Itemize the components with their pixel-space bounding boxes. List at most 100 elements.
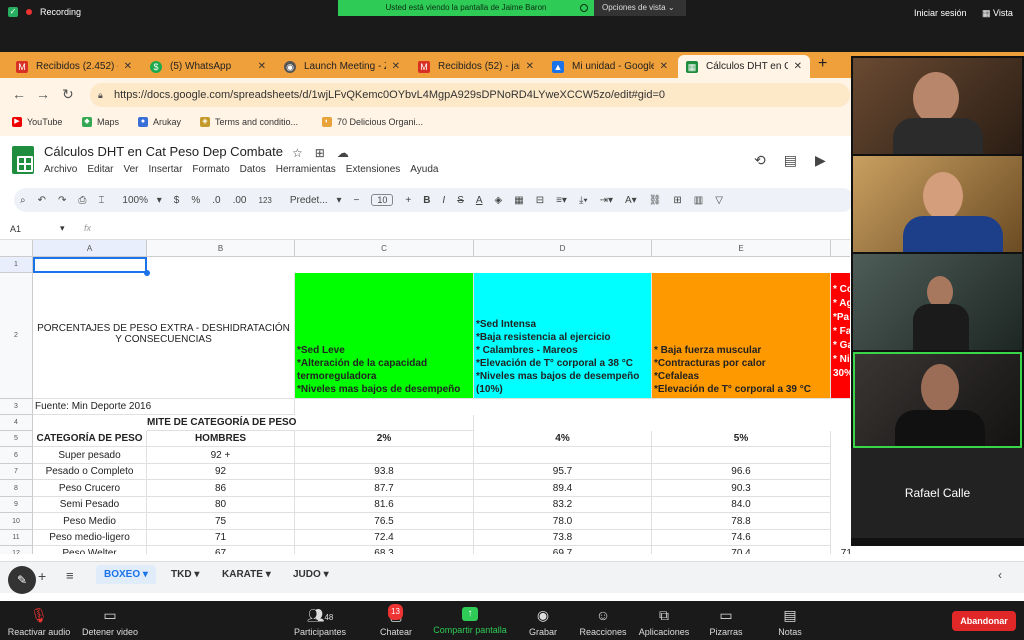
row-header[interactable]: 2 [0, 273, 33, 399]
video-tile-4-active-speaker[interactable] [853, 352, 1022, 448]
column-header-a[interactable]: A [33, 240, 147, 257]
data-cell[interactable]: 81.6 [295, 497, 474, 513]
participant-name-tile[interactable]: Rafael Calle [851, 448, 1024, 538]
url-field[interactable]: 🔒︎ https://docs.google.com/spreadsheets/d… [90, 83, 850, 107]
comment-add-icon[interactable]: ⊞ [673, 195, 681, 206]
data-cell[interactable] [295, 447, 474, 464]
explore-pencil-icon[interactable]: ✎ [8, 566, 36, 594]
chevron-down-icon[interactable]: ▾ [60, 223, 65, 234]
tab-gmail-2[interactable]: M Recibidos (52) - jaio ✕ [410, 55, 542, 78]
bookmark-terms[interactable]: ◈ Terms and conditio... [200, 117, 298, 127]
chevron-left-icon[interactable]: ‹ [998, 568, 1002, 582]
font-size-increase-button[interactable]: + [405, 195, 411, 206]
document-title[interactable]: Cálculos DHT en Cat Peso Dep Combate [44, 144, 283, 159]
data-cell[interactable]: 93.8 [295, 464, 474, 480]
menu-extensiones[interactable]: Extensiones [346, 164, 400, 175]
data-cell[interactable]: 74.6 [652, 530, 831, 546]
currency-button[interactable]: $ [174, 195, 180, 206]
data-cell[interactable]: 72.4 [295, 530, 474, 546]
data-cell[interactable]: 80 [147, 497, 295, 513]
data-cell[interactable]: 96.6 [652, 464, 831, 480]
data-cell[interactable]: 73.8 [474, 530, 652, 546]
chart-icon[interactable]: ▥ [694, 195, 703, 206]
row-header[interactable]: 3 [0, 399, 33, 415]
column-header-e[interactable]: E [652, 240, 831, 257]
participants-button[interactable]: 👥︎48 Participantes [290, 607, 350, 637]
data-cell[interactable] [474, 447, 652, 464]
data-cell[interactable]: 76.5 [295, 513, 474, 530]
menu-ver[interactable]: Ver [123, 164, 138, 175]
decrease-decimals-button[interactable]: .0 [212, 195, 220, 206]
data-cell[interactable]: 71 [147, 530, 295, 546]
data-cell[interactable]: 83.2 [474, 497, 652, 513]
row-header[interactable]: 6 [0, 447, 33, 464]
data-cell[interactable]: 95.7 [474, 464, 652, 480]
fill-color-icon[interactable]: ◈ [495, 195, 503, 206]
whiteboard-button[interactable]: ▭ Pizarras [706, 607, 746, 637]
menu-editar[interactable]: Editar [87, 164, 113, 175]
tab-drive[interactable]: ▲ Mi unidad - Google ✕ [544, 55, 676, 78]
zoom-select[interactable]: 100% ▾ [116, 195, 161, 206]
data-cell[interactable] [652, 447, 831, 464]
close-icon[interactable]: ✕ [124, 61, 132, 72]
row-header[interactable]: 1 [0, 257, 33, 273]
header-category[interactable]: CATEGORÍA DE PESO [33, 431, 147, 447]
select-all-corner[interactable] [0, 240, 33, 257]
sheet-tab-karate[interactable]: KARATE ▾ [222, 569, 271, 580]
data-cell[interactable]: 78.0 [474, 513, 652, 530]
header-5pct[interactable]: 5% [652, 431, 831, 447]
stop-video-button[interactable]: ▭ Detener video [78, 607, 142, 637]
close-icon[interactable]: ✕ [258, 61, 266, 72]
data-cell[interactable]: 89.4 [474, 480, 652, 497]
merge-cells-icon[interactable]: ⊟ [536, 195, 544, 206]
sheet-tab-boxeo[interactable]: BOXEO ▾ [96, 565, 156, 584]
all-sheets-menu-icon[interactable]: ≡ [66, 568, 74, 583]
filter-icon[interactable]: ▽ [715, 195, 723, 206]
bookmark-youtube[interactable]: ▶ YouTube [12, 117, 62, 127]
sheet-tab-tkd[interactable]: TKD ▾ [171, 569, 199, 580]
reactions-button[interactable]: ☺ Reacciones [576, 607, 630, 637]
data-cell[interactable]: 69.7 [474, 546, 652, 554]
data-cell[interactable]: 70.4 [652, 546, 831, 554]
category-cell[interactable]: Peso Crucero [33, 480, 147, 497]
sheet-tab-judo[interactable]: JUDO ▾ [293, 569, 329, 580]
font-size-decrease-button[interactable]: − [353, 195, 359, 206]
data-cell[interactable]: 92 + [147, 447, 295, 464]
italic-button[interactable]: I [442, 195, 445, 206]
tab-zoom-launch[interactable]: ◉ Launch Meeting - Z ✕ [276, 55, 408, 78]
menu-archivo[interactable]: Archivo [44, 164, 77, 175]
data-cell[interactable]: 90.3 [652, 480, 831, 497]
link-icon[interactable]: ⛓ [649, 195, 662, 206]
row-header[interactable]: 12 [0, 546, 33, 554]
percent-button[interactable]: % [191, 195, 200, 206]
back-arrow-icon[interactable]: ← [12, 86, 26, 102]
menu-datos[interactable]: Datos [240, 164, 266, 175]
data-cell[interactable]: 71.7 [831, 546, 850, 554]
row-header[interactable]: 9 [0, 497, 33, 513]
notes-button[interactable]: ▤ Notas [772, 607, 808, 637]
leave-meeting-button[interactable]: Abandonar [952, 611, 1016, 631]
menu-insertar[interactable]: Insertar [149, 164, 183, 175]
cell-d2-4pct-effects[interactable]: *Sed Intensa *Baja resistencia al ejerci… [474, 273, 652, 399]
text-rotate-icon[interactable]: A▾ [625, 195, 637, 206]
borders-icon[interactable]: ▦ [514, 195, 523, 206]
row-header[interactable]: 10 [0, 513, 33, 530]
video-tile-1[interactable] [853, 58, 1022, 154]
cell-c2-2pct-effects[interactable]: *Sed Leve *Alteración de la capacidad te… [295, 273, 474, 399]
share-screen-button[interactable]: ↑ Compartir pantalla [430, 607, 510, 635]
row-header[interactable]: 7 [0, 464, 33, 480]
move-folder-icon[interactable]: ⊞ [315, 146, 325, 160]
comments-icon[interactable]: ▤ [784, 152, 797, 169]
category-cell[interactable]: Super pesado [33, 447, 147, 464]
apps-button[interactable]: ⧉ Aplicaciones [636, 607, 692, 637]
video-tile-2[interactable] [853, 156, 1022, 252]
cell-b4-limit-header[interactable]: MITE DE CATEGORÍA DE PESO [147, 415, 474, 431]
category-cell[interactable]: Peso medio-ligero [33, 530, 147, 546]
align-horizontal-icon[interactable]: ≡▾ [556, 195, 567, 206]
sign-in-button[interactable]: Iniciar sesión [914, 8, 967, 18]
row-header[interactable]: 11 [0, 530, 33, 546]
cloud-status-icon[interactable]: ☁ [337, 146, 349, 160]
data-cell[interactable]: 84.0 [652, 497, 831, 513]
text-color-button[interactable]: A [476, 195, 483, 206]
row-header[interactable]: 4 [0, 415, 33, 431]
